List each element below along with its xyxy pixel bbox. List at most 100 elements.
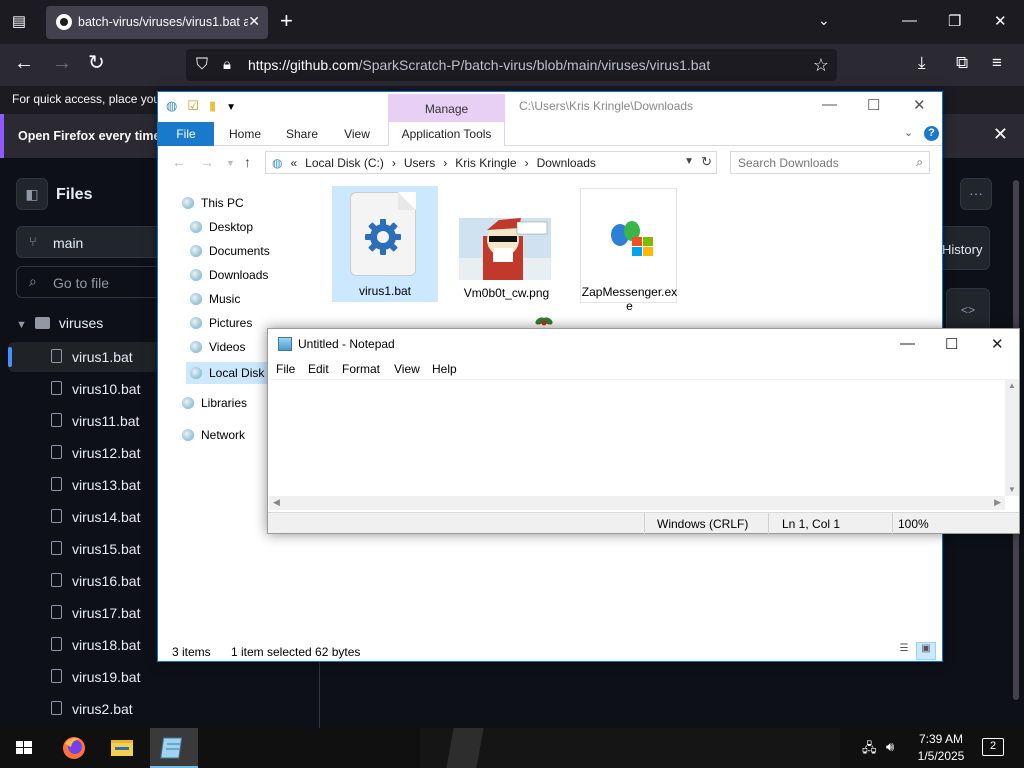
menu-edit[interactable]: Edit [308, 362, 329, 376]
ribbon-tab-view[interactable]: View [334, 122, 380, 146]
tab-overview-icon[interactable]: ▤ [10, 13, 28, 31]
scroll-up-icon[interactable]: ▲ [1008, 381, 1016, 390]
nav-documents[interactable]: Documents [190, 244, 270, 266]
nav-videos[interactable]: Videos [190, 340, 245, 362]
url-host: https://github.com [248, 57, 359, 73]
url-bar[interactable]: ⛉ 🔒︎ https://github.com/SparkScratch-P/b… [186, 49, 837, 81]
nav-libraries[interactable]: Libraries [182, 396, 247, 418]
lock-icon[interactable]: 🔒︎ [223, 56, 231, 73]
address-dropdown-icon[interactable]: ▼ [684, 156, 694, 167]
ribbon-expand-chevron-icon[interactable]: ⌄ [904, 126, 913, 139]
menu-help[interactable]: Help [432, 362, 457, 376]
collapse-sidebar-icon[interactable]: ◧ [16, 178, 48, 210]
ribbon-tab-application-tools[interactable]: Application Tools [388, 122, 505, 146]
recent-locations-icon[interactable]: ▼ [226, 158, 235, 168]
file-item-vm0b0t-png[interactable]: Vm0b0t_cw.png [458, 188, 556, 303]
breadcrumb-local-disk[interactable]: Local Disk (C:) [305, 156, 384, 170]
nav-music[interactable]: Music [190, 292, 240, 314]
breadcrumb-separator[interactable]: › [392, 156, 396, 170]
explorer-close-icon[interactable]: ✕ [913, 96, 926, 114]
address-bar[interactable]: ◍ « Local Disk (C:) › Users › Kris Kringle › Dow… [265, 151, 717, 174]
ribbon-tab-home[interactable]: Home [220, 122, 270, 146]
network-tray-icon[interactable]: 🖧︎ [862, 739, 877, 761]
breadcrumb-overflow[interactable]: « [290, 156, 297, 170]
scroll-left-icon[interactable]: ◀ [273, 497, 280, 508]
volume-tray-icon[interactable]: 🔊︎ [886, 739, 894, 755]
tree-folder-viruses[interactable]: ▼ viruses [16, 315, 103, 339]
action-center-icon[interactable]: 2 [982, 738, 1004, 756]
breadcrumb-separator[interactable]: › [443, 156, 447, 170]
breadcrumb-separator[interactable]: › [525, 156, 529, 170]
taskbar-firefox[interactable] [50, 728, 98, 768]
drive-icon: ◍ [272, 156, 283, 170]
start-button[interactable] [0, 728, 48, 768]
manage-context-tab[interactable]: Manage [388, 94, 505, 122]
extensions-icon[interactable]: ⧉ [956, 53, 968, 73]
minimize-icon[interactable]: — [902, 12, 917, 29]
menu-view[interactable]: View [394, 362, 420, 376]
taskbar-notepad[interactable] [150, 728, 198, 768]
nav-this-pc[interactable]: This PC [182, 196, 244, 218]
notepad-minimize-icon[interactable]: — [900, 335, 915, 352]
url-text[interactable]: https://github.com/SparkScratch-P/batch-… [248, 57, 710, 73]
large-icons-view-icon[interactable]: ▣ [916, 642, 936, 660]
refresh-icon[interactable]: ↻ [701, 154, 712, 170]
explorer-back-icon[interactable]: ← [172, 154, 186, 170]
ribbon-tab-share[interactable]: Share [278, 122, 326, 146]
nav-local-disk[interactable]: Local Disk [186, 362, 270, 384]
notepad-text-area[interactable] [269, 379, 1005, 496]
taskbar-file-explorer[interactable] [98, 728, 146, 768]
nav-network[interactable]: Network [182, 428, 245, 450]
properties-icon[interactable]: ☑ [187, 98, 199, 114]
code-view-icon[interactable]: <> [946, 288, 990, 332]
tree-file[interactable]: virus19.bat [8, 662, 312, 692]
scroll-down-icon[interactable]: ▼ [1008, 485, 1016, 494]
forward-arrow-icon[interactable]: → [52, 53, 72, 73]
restore-icon[interactable]: ❐ [948, 12, 961, 30]
nav-downloads[interactable]: Downloads [190, 268, 268, 290]
breadcrumb-downloads[interactable]: Downloads [537, 156, 596, 170]
file-item-virus1-bat[interactable]: virus1.bat [332, 186, 438, 302]
tree-file[interactable]: virus2.bat [8, 694, 312, 724]
tab-close-icon[interactable]: ✕ [248, 13, 260, 30]
back-arrow-icon[interactable]: ← [14, 53, 34, 73]
close-window-icon[interactable]: ✕ [994, 12, 1007, 30]
bookmark-star-icon[interactable]: ☆ [813, 55, 829, 76]
vertical-scrollbar[interactable]: ▲ ▼ [1005, 379, 1019, 496]
search-box[interactable]: Search Downloads ⌕ [730, 151, 930, 174]
file-item-zapmessenger-exe[interactable]: ZapMessenger.exe [580, 188, 677, 313]
breadcrumb-kris-kringle[interactable]: Kris Kringle [455, 156, 516, 170]
notepad-icon [160, 737, 183, 759]
tab-list-chevron-icon[interactable]: ⌄ [818, 12, 830, 29]
new-folder-icon[interactable]: ▮ [209, 98, 216, 114]
notepad-maximize-icon[interactable]: ☐ [945, 335, 958, 353]
nav-pictures[interactable]: Pictures [190, 316, 252, 338]
breadcrumb-users[interactable]: Users [404, 156, 435, 170]
scroll-right-icon[interactable]: ▶ [994, 497, 1001, 508]
qa-dropdown-icon[interactable]: ▼ [226, 102, 236, 113]
explorer-forward-icon[interactable]: → [200, 154, 214, 170]
more-options-button[interactable]: ··· [960, 178, 992, 210]
ribbon-tab-file[interactable]: File [158, 122, 214, 146]
new-tab-icon[interactable]: + [280, 10, 293, 32]
explorer-minimize-icon[interactable]: — [822, 96, 837, 113]
details-view-icon[interactable]: ☰ [894, 642, 914, 660]
notepad-close-icon[interactable]: ✕ [991, 335, 1004, 353]
horizontal-scrollbar[interactable]: ◀ ▶ [269, 496, 1005, 510]
reload-icon[interactable]: ↻ [88, 53, 105, 73]
taskbar-clock[interactable]: 7:39 AM 1/5/2025 [906, 731, 976, 765]
menu-hamburger-icon[interactable]: ≡ [992, 53, 1002, 73]
menu-file[interactable]: File [276, 362, 295, 376]
nav-label: Music [209, 292, 241, 306]
file-icon [51, 349, 62, 363]
browser-tab-active[interactable]: batch-virus/viruses/virus1.bat a ✕ [46, 6, 268, 39]
help-icon[interactable]: ? [924, 126, 939, 141]
notice-close-icon[interactable]: ✕ [993, 124, 1008, 145]
menu-format[interactable]: Format [342, 362, 380, 376]
explorer-maximize-icon[interactable]: ☐ [867, 96, 880, 114]
tracking-shield-icon[interactable]: ⛉ [196, 56, 208, 74]
up-arrow-icon[interactable]: ↑ [244, 154, 251, 170]
downloads-icon[interactable]: ⤓ [918, 53, 926, 73]
nav-desktop[interactable]: Desktop [190, 220, 253, 242]
nav-label: This PC [201, 196, 244, 210]
